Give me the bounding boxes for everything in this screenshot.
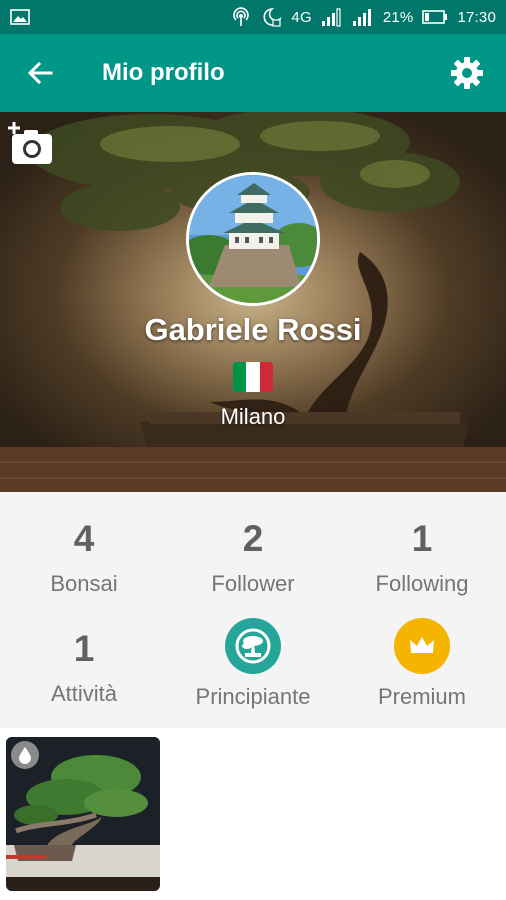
badge-principiante[interactable]: Principiante: [169, 618, 337, 710]
italy-flag-icon: [233, 362, 273, 392]
flag-stripe-red: [259, 362, 273, 392]
signal-2-icon: [352, 7, 374, 27]
do-not-disturb-icon: [260, 7, 282, 27]
stat-following-label: Following: [375, 571, 469, 596]
bonsai-gallery: [0, 728, 506, 900]
badge-principiante-label: Principiante: [195, 684, 311, 709]
stat-follower-label: Follower: [211, 571, 295, 596]
stat-follower-value: 2: [242, 518, 264, 559]
stat-attivita-label: Attività: [50, 681, 118, 706]
crown-icon: [394, 618, 450, 674]
back-button[interactable]: [0, 34, 80, 112]
signal-1-icon: [321, 7, 343, 27]
profile-cover: Gabriele Rossi Milano: [0, 112, 506, 492]
add-camera-icon: [8, 122, 52, 164]
bonsai-thumbnail[interactable]: [6, 737, 160, 891]
stat-attivita-value: 1: [73, 628, 95, 669]
stat-bonsai-value: 4: [73, 518, 95, 559]
tree-icon: [225, 618, 281, 674]
network-type-label: 4G: [291, 8, 312, 26]
page-title: Mio profilo: [102, 59, 225, 86]
battery-icon: [422, 10, 448, 24]
app-toolbar: Mio profilo: [0, 34, 506, 112]
profile-city: Milano: [220, 404, 286, 429]
stat-bonsai[interactable]: 4 Bonsai: [0, 520, 168, 597]
change-cover-button[interactable]: [6, 120, 56, 170]
water-drop-icon: [11, 741, 39, 769]
castle-avatar-image: [189, 175, 317, 303]
status-bar: 4G 21% 17:30: [0, 0, 506, 34]
stat-following[interactable]: 1 Following: [338, 520, 506, 597]
avatar[interactable]: [186, 172, 320, 306]
clock-label: 17:30: [457, 8, 496, 26]
gear-icon: [451, 57, 483, 89]
gallery-notification-icon: [10, 9, 30, 25]
badge-premium-label: Premium: [377, 684, 466, 709]
hotspot-icon: [231, 7, 251, 27]
flag-stripe-green: [233, 362, 247, 392]
settings-button[interactable]: [428, 34, 506, 112]
stat-bonsai-label: Bonsai: [50, 571, 118, 596]
stat-following-value: 1: [411, 518, 433, 559]
stat-attivita[interactable]: 1 Attività: [0, 630, 168, 707]
profile-stats: 4 Bonsai 2 Follower 1 Following 1 Attivi…: [0, 492, 506, 728]
arrow-back-icon: [27, 61, 53, 85]
flag-stripe-white: [246, 362, 260, 392]
stat-follower[interactable]: 2 Follower: [169, 520, 337, 597]
battery-percent-label: 21%: [382, 8, 414, 26]
profile-name: Gabriele Rossi: [144, 312, 362, 347]
badge-premium[interactable]: Premium: [338, 618, 506, 710]
